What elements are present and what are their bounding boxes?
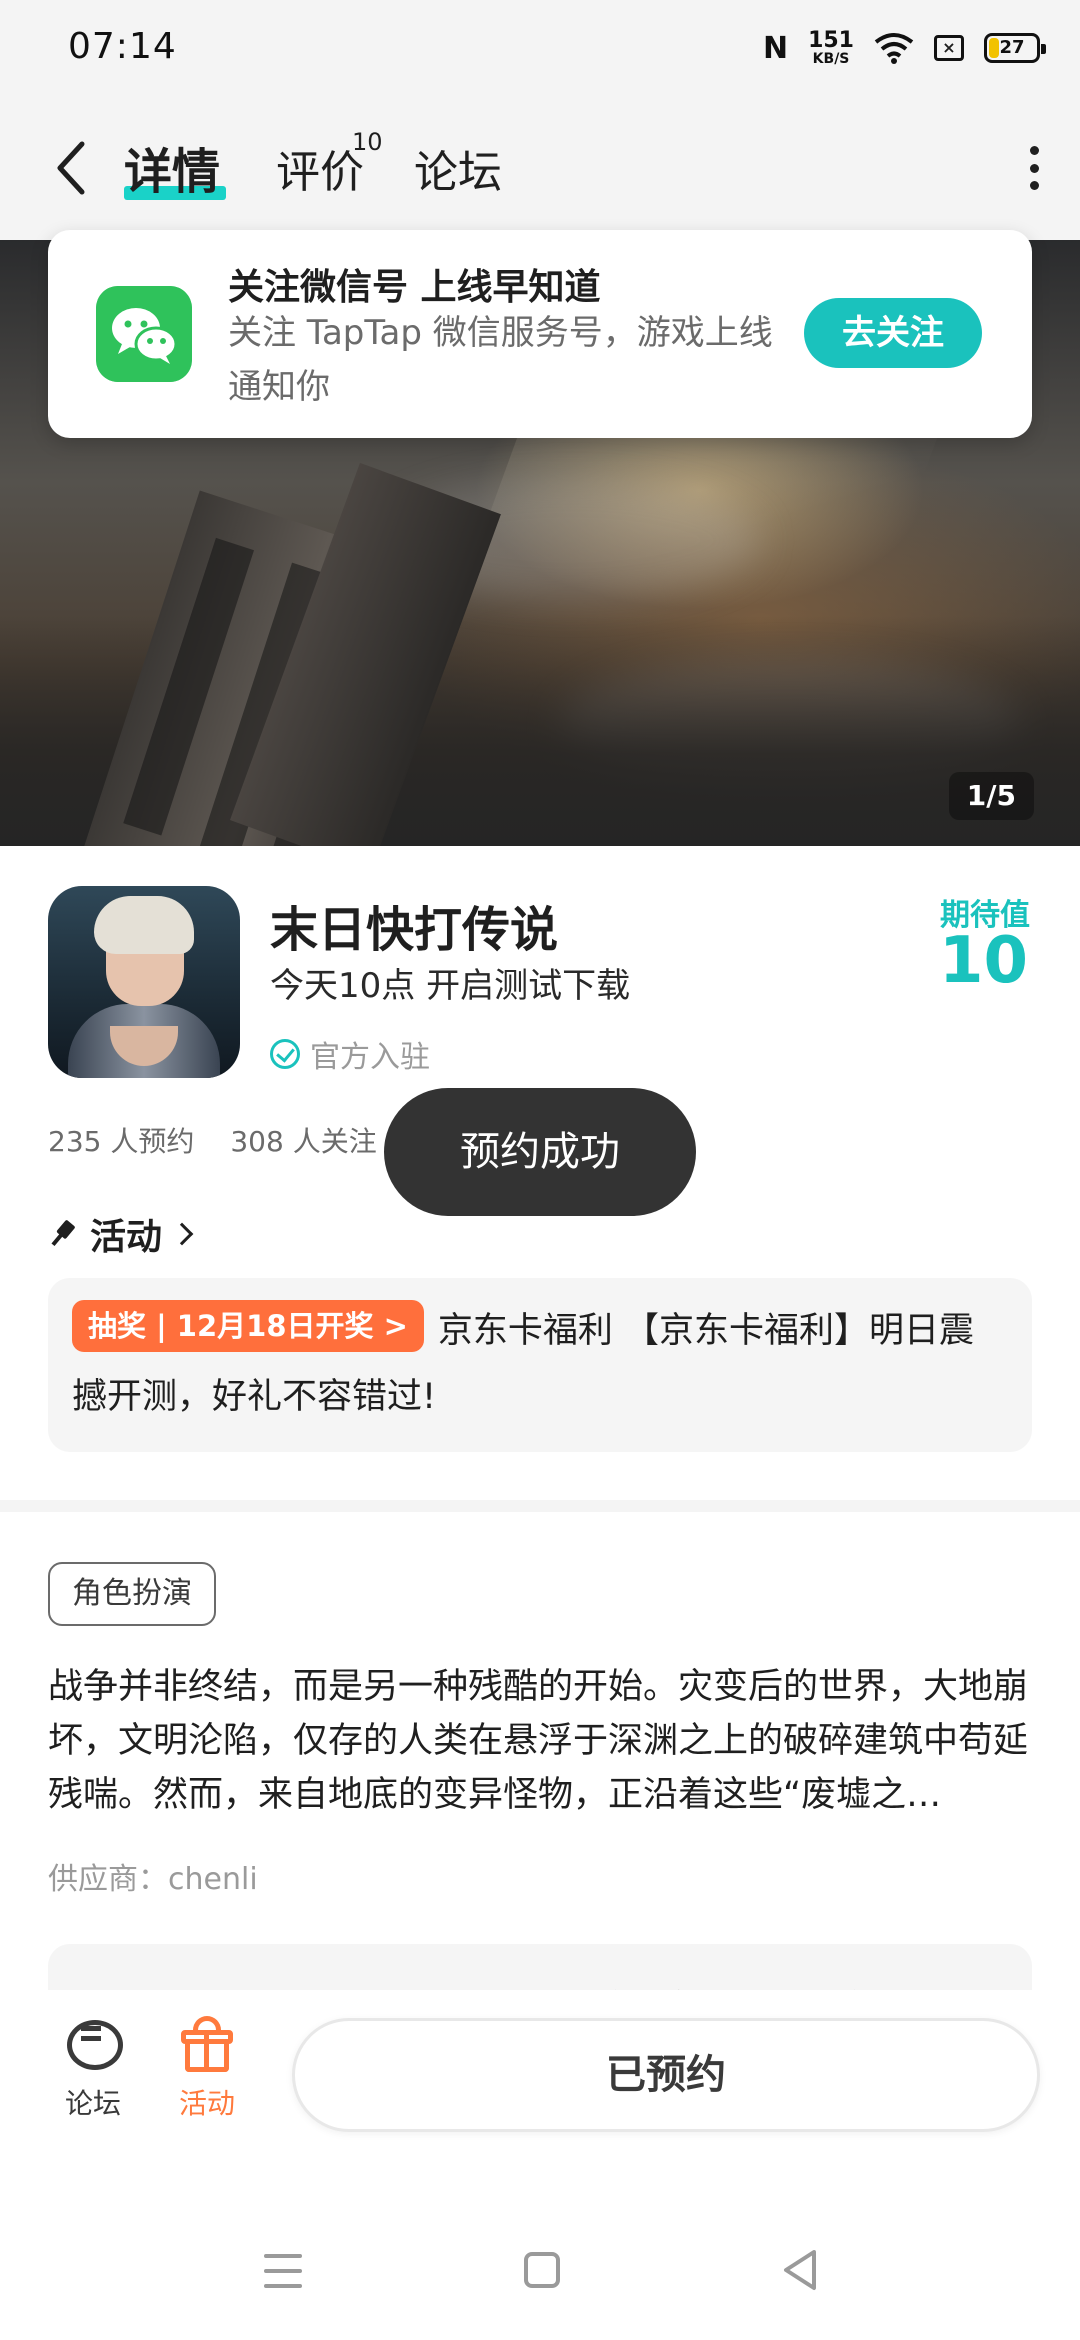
image-counter: 1/5 [948, 772, 1034, 820]
genre-tag[interactable]: 角色扮演 [48, 1562, 216, 1626]
game-description[interactable]: 战争并非终结，而是另一种残酷的开始。灾变后的世界，大地崩坏，文明沦陷，仅存的人类… [48, 1660, 1032, 1822]
wifi-icon [874, 33, 914, 64]
lottery-tag: 抽奖 | 12月18日开奖 > [72, 1300, 424, 1352]
system-back-icon[interactable] [780, 2248, 820, 2292]
forum-icon [63, 2016, 123, 2072]
game-icon [48, 886, 240, 1078]
top-nav: 详情 评价 10 论坛 [0, 96, 1080, 240]
activity-heading[interactable]: 活动 [48, 1208, 194, 1260]
home-icon[interactable] [524, 2252, 560, 2288]
verified-icon [270, 1039, 300, 1069]
back-icon[interactable] [50, 140, 94, 196]
tab-reviews-badge: 10 [352, 128, 383, 156]
expect-value: 10 [938, 924, 1028, 998]
forum-shortcut-label: 论坛 [64, 2087, 121, 2120]
nfc-icon: N [762, 30, 789, 66]
supplier-label: 供应商：chenli [48, 1862, 258, 1897]
activity-heading-label: 活动 [90, 1217, 163, 1258]
wechat-card-description: 关注 TapTap 微信服务号，游戏上线通知你 [228, 313, 773, 407]
wechat-icon [96, 286, 192, 382]
tab-details[interactable]: 详情 [124, 132, 220, 202]
battery-level: 27 [999, 37, 1025, 58]
wechat-card-title: 关注微信号 上线早知道 [228, 267, 601, 308]
reservation-success-toast: 预约成功 [384, 1088, 696, 1216]
battery-icon: 27 [984, 33, 1046, 63]
tab-forum[interactable]: 论坛 [414, 136, 502, 200]
battery-cap [1041, 44, 1046, 54]
activity-shortcut-label: 活动 [178, 2087, 235, 2120]
game-title: 末日快打传说 [270, 902, 559, 958]
system-nav-bar [0, 2214, 1080, 2340]
network-speed-value: 151 [808, 28, 854, 53]
activity-shortcut[interactable]: 活动 [162, 2016, 252, 2122]
official-label: 官方入驻 [310, 1040, 430, 1075]
tab-reviews[interactable]: 评价 [276, 136, 364, 200]
follower-count: 308 人关注 [230, 1125, 377, 1158]
wechat-follow-card: 关注微信号 上线早知道 关注 TapTap 微信服务号，游戏上线通知你 去关注 [48, 230, 1032, 438]
game-stats: 235 人预约 308 人关注 [48, 1120, 377, 1160]
section-divider [0, 1500, 1080, 1512]
gift-icon [177, 2016, 237, 2072]
more-icon[interactable] [1024, 146, 1044, 190]
network-speed: 151 KB/S [808, 28, 854, 67]
follow-button[interactable]: 去关注 [804, 298, 982, 368]
chevron-right-icon [170, 1222, 194, 1246]
pin-icon [42, 1214, 81, 1253]
sim-icon: × [934, 35, 964, 61]
forum-shortcut[interactable]: 论坛 [48, 2016, 138, 2122]
game-subtitle: 今天10点 开启测试下载 [270, 966, 631, 1006]
status-bar: 07:14 N 151 KB/S × 27 [0, 0, 1080, 96]
status-time: 07:14 [68, 26, 177, 67]
reservation-count: 235 人预约 [48, 1125, 195, 1158]
recent-apps-icon[interactable] [264, 2254, 302, 2288]
activity-card[interactable]: 抽奖 | 12月18日开奖 > 京东卡福利 【京东卡福利】明日震撼开测，好礼不容错… [48, 1278, 1032, 1452]
official-badge: 官方入驻 [270, 1032, 430, 1076]
status-icons: N 151 KB/S × 27 [762, 24, 1046, 72]
network-speed-unit: KB/S [812, 51, 850, 67]
activity-content: 抽奖 | 12月18日开奖 > 京东卡福利 【京东卡福利】明日震撼开测，好礼不容错… [72, 1298, 1008, 1430]
bottom-action-bar: 论坛 活动 已预约 [0, 1990, 1080, 2150]
reserved-button[interactable]: 已预约 [292, 2018, 1040, 2132]
